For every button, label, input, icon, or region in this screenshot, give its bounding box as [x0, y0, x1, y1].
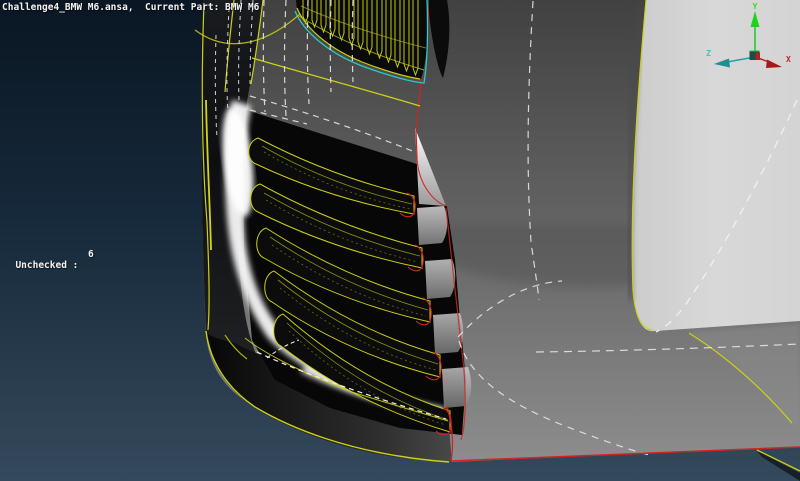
axis-z-label: Z	[706, 49, 711, 58]
viewport-canvas[interactable]: Y Z X	[0, 0, 800, 481]
unchecked-status-value: 6	[88, 249, 94, 260]
axis-y-label: Y	[753, 2, 758, 11]
axis-origin-cube	[749, 50, 760, 60]
unchecked-status-label: Unchecked :	[15, 260, 79, 271]
unchecked-status: Unchecked : 6	[4, 249, 93, 282]
hood-panel[interactable]	[626, 0, 800, 332]
axis-x-label: X	[786, 55, 791, 64]
model-viewport[interactable]: Y Z X Challenge4_BMW M6.ansa, Current Pa…	[0, 0, 800, 481]
window-title: Challenge4_BMW M6.ansa, Current Part: BM…	[2, 2, 260, 13]
